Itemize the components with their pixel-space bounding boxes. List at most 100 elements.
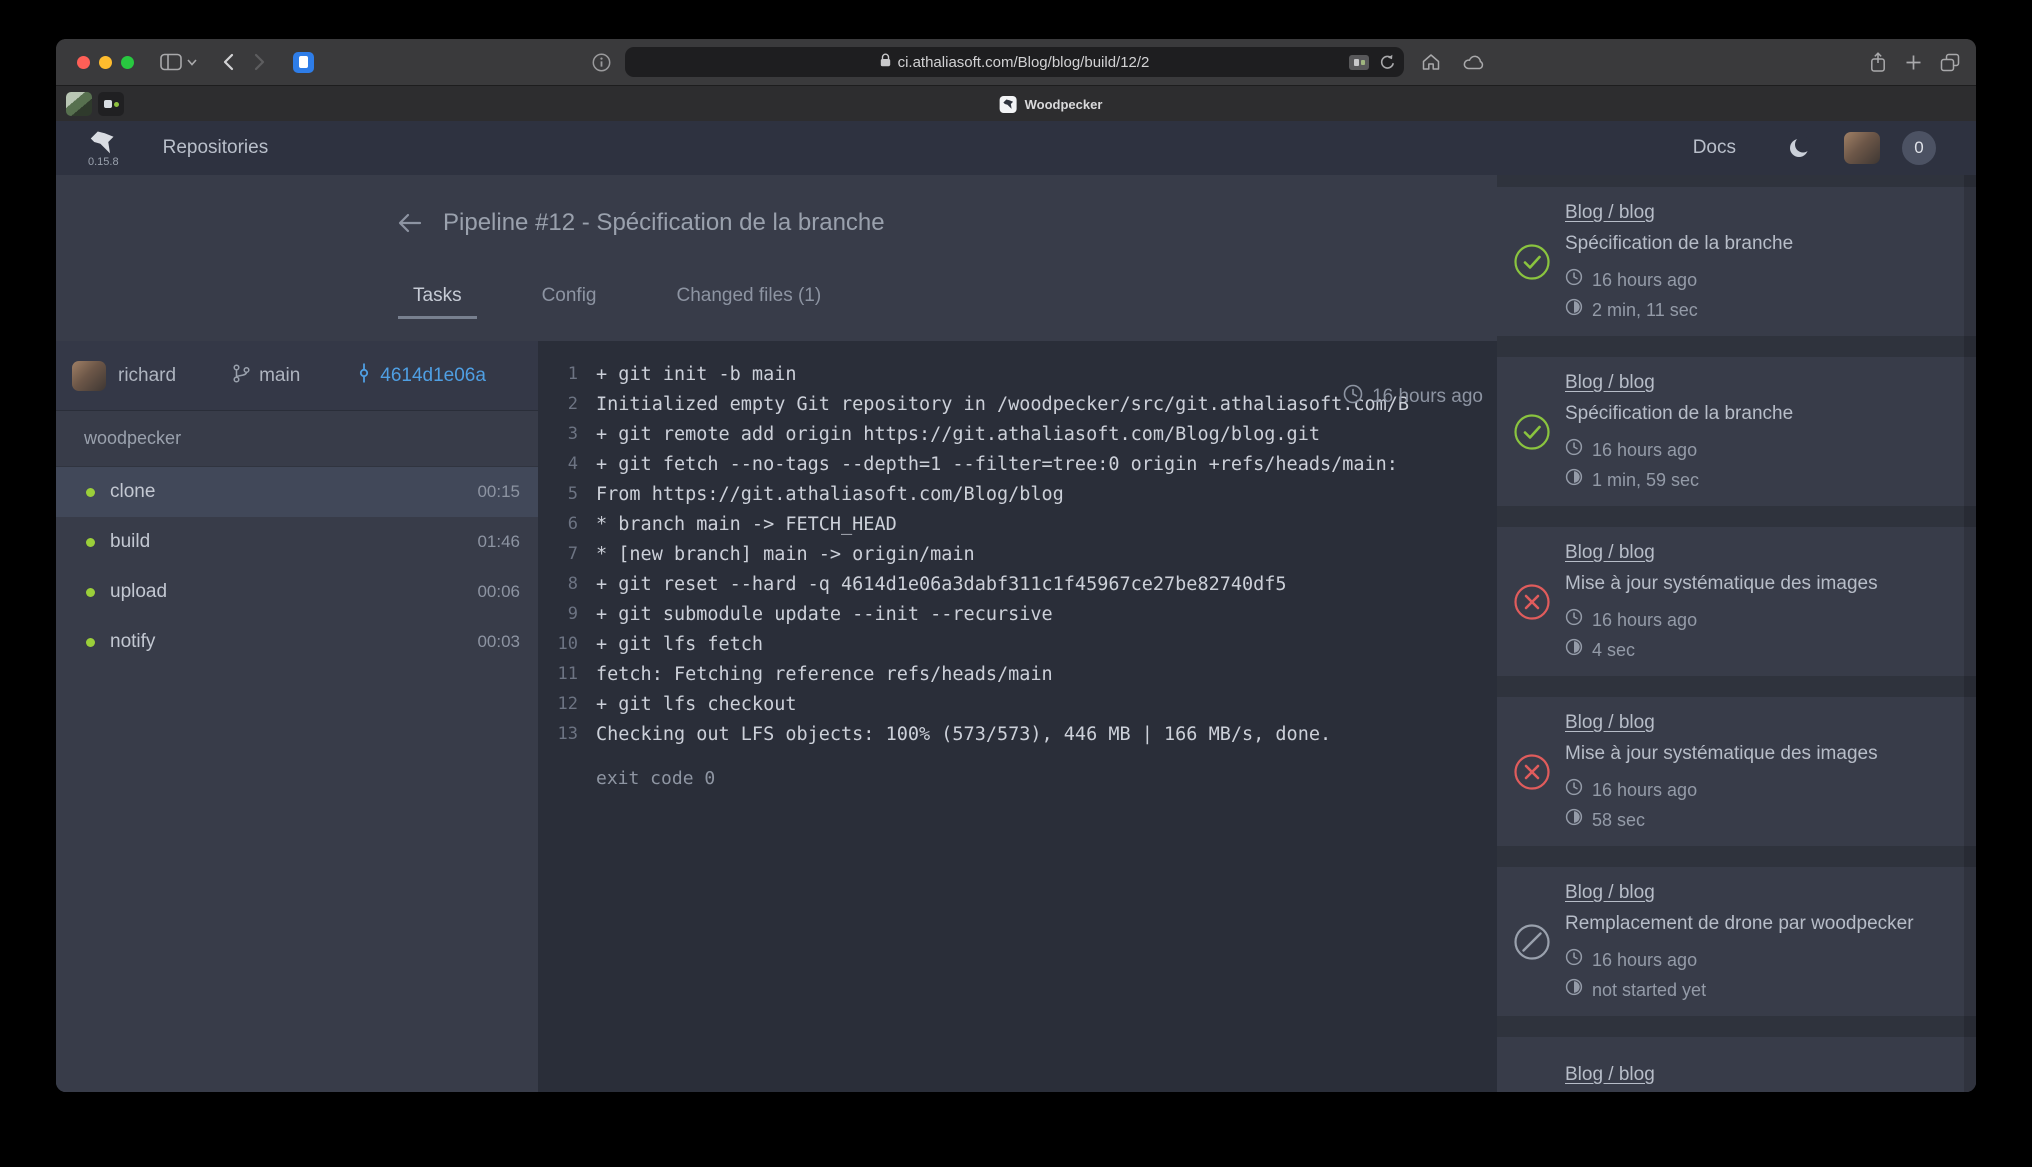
- step-status-dot-icon: [86, 638, 95, 647]
- share-icon[interactable]: [1869, 52, 1887, 73]
- pipeline-message: Mise à jour systématique des images: [1565, 742, 1960, 766]
- address-bar[interactable]: ci.athaliasoft.com/Blog/blog/build/12/2: [625, 47, 1404, 77]
- back-arrow-icon[interactable]: [396, 210, 423, 236]
- zoom-window-button[interactable]: [121, 56, 134, 69]
- log-line: 8 + git reset --hard -q 4614d1e06a3dabf3…: [538, 569, 1497, 599]
- minimize-window-button[interactable]: [99, 56, 112, 69]
- browser-window: ci.athaliasoft.com/Blog/blog/build/12/2: [56, 39, 1976, 1092]
- branch-icon: [232, 364, 251, 388]
- log-line-text: Initialized empty Git repository in /woo…: [596, 394, 1409, 415]
- step-name: clone: [110, 481, 155, 503]
- pinned-tab[interactable]: [98, 92, 124, 116]
- repo-link[interactable]: Blog / blog: [1565, 371, 1960, 395]
- log-panel: 1 + git init -b main 2 Initialized empty…: [538, 341, 1497, 1092]
- step-row[interactable]: notify 00:03: [56, 617, 538, 667]
- reload-icon[interactable]: [1380, 54, 1395, 70]
- duration-icon: [1565, 468, 1583, 492]
- clock-icon: [1343, 384, 1363, 410]
- log-line-number: 7: [538, 544, 578, 564]
- commit-hash-link[interactable]: 4614d1e06a: [380, 365, 486, 387]
- duration-icon: [1565, 298, 1583, 322]
- version-label: 0.15.8: [88, 156, 119, 168]
- pipeline-time: 16 hours ago: [1592, 948, 1697, 972]
- nav-repositories[interactable]: Repositories: [163, 137, 269, 159]
- pipeline-list-item[interactable]: Blog / blog: [1497, 1037, 1976, 1092]
- log-line-number: 11: [538, 664, 578, 684]
- forward-button[interactable]: [254, 53, 267, 71]
- extension-badge-icon[interactable]: [1349, 55, 1369, 70]
- repo-link[interactable]: Blog / blog: [1565, 201, 1960, 225]
- pipeline-status-icon: [1513, 753, 1551, 791]
- active-tab[interactable]: Woodpecker: [1000, 86, 1103, 122]
- pipeline-tab[interactable]: Changed files (1): [662, 275, 837, 319]
- log-line: 4 + git fetch --no-tags --depth=1 --filt…: [538, 449, 1497, 479]
- notification-badge[interactable]: 0: [1902, 131, 1936, 165]
- repo-link[interactable]: Blog / blog: [1565, 541, 1960, 565]
- repo-link[interactable]: Blog / blog: [1565, 881, 1960, 905]
- log-line-number: 6: [538, 514, 578, 534]
- nav-docs[interactable]: Docs: [1693, 137, 1736, 159]
- user-avatar[interactable]: [1844, 132, 1880, 164]
- pipeline-message: Spécification de la branche: [1565, 232, 1960, 256]
- step-status-dot-icon: [86, 538, 95, 547]
- pipeline-duration: 2 min, 11 sec: [1592, 298, 1698, 322]
- pipeline-status-icon: [1513, 243, 1551, 281]
- pinned-site-icon[interactable]: [293, 52, 314, 73]
- dark-mode-toggle-icon[interactable]: [1788, 137, 1810, 159]
- log-line: 13 Checking out LFS objects: 100% (573/5…: [538, 719, 1497, 749]
- log-line-text: + git lfs fetch: [596, 634, 763, 655]
- pipeline-list-item[interactable]: Blog / blog Remplacement de drone par wo…: [1497, 867, 1976, 1016]
- step-row[interactable]: upload 00:06: [56, 567, 538, 617]
- pipeline-duration: 58 sec: [1592, 808, 1645, 832]
- pipeline-list-item[interactable]: Blog / blog Mise à jour systématique des…: [1497, 697, 1976, 846]
- tab-label: Tasks: [413, 285, 462, 307]
- step-name: notify: [110, 631, 155, 653]
- log-line-number: 4: [538, 454, 578, 474]
- log-line-number: 8: [538, 574, 578, 594]
- clock-icon: [1565, 778, 1583, 802]
- pipeline-main: Pipeline #12 - Spécification de la branc…: [56, 175, 1497, 1092]
- pipeline-tab[interactable]: Tasks: [398, 275, 477, 319]
- step-duration: 00:15: [477, 482, 520, 502]
- log-line-number: 12: [538, 694, 578, 714]
- woodpecker-app: 0.15.8 Repositories Docs 0: [56, 121, 1976, 1092]
- tab-label: Changed files (1): [677, 285, 822, 307]
- log-line: 11 fetch: Fetching reference refs/heads/…: [538, 659, 1497, 689]
- chevron-down-icon[interactable]: [187, 59, 197, 66]
- tab-bar: Woodpecker: [56, 85, 1976, 121]
- step-list: clone 00:15 build 01:46 upload: [56, 467, 538, 667]
- home-icon[interactable]: [1421, 53, 1441, 71]
- back-button[interactable]: [221, 53, 234, 71]
- pipeline-tab[interactable]: Config: [527, 275, 612, 319]
- pipeline-time: 16 hours ago: [1592, 778, 1697, 802]
- woodpecker-logo[interactable]: 0.15.8: [88, 128, 119, 168]
- tab-overview-icon[interactable]: [1940, 53, 1960, 72]
- close-window-button[interactable]: [77, 56, 90, 69]
- step-status-dot-icon: [86, 588, 95, 597]
- cloud-icon[interactable]: [1463, 54, 1485, 70]
- pipeline-list-item[interactable]: Blog / blog Spécification de la branche …: [1497, 187, 1976, 336]
- repo-link[interactable]: Blog / blog: [1565, 711, 1960, 735]
- duration-icon: [1565, 638, 1583, 662]
- sidebar-toggle-icon[interactable]: [160, 53, 182, 71]
- step-status-dot-icon: [86, 488, 95, 497]
- commit-icon: [356, 363, 372, 388]
- pipeline-time: 16 hours ago: [1592, 268, 1697, 292]
- pipeline-list-item[interactable]: Blog / blog Spécification de la branche …: [1497, 357, 1976, 506]
- log-line-number: 10: [538, 634, 578, 654]
- clock-icon: [1565, 948, 1583, 972]
- info-icon[interactable]: [592, 53, 611, 72]
- log-line-text: * [new branch] main -> origin/main: [596, 544, 975, 565]
- pipeline-message: Spécification de la branche: [1565, 402, 1960, 426]
- url-text: ci.athaliasoft.com/Blog/blog/build/12/2: [898, 54, 1150, 71]
- step-duration: 00:06: [477, 582, 520, 602]
- pipeline-list-item[interactable]: Blog / blog Mise à jour systématique des…: [1497, 527, 1976, 676]
- step-row[interactable]: clone 00:15: [56, 467, 538, 517]
- new-tab-icon[interactable]: [1905, 54, 1922, 71]
- workflow-name[interactable]: woodpecker: [56, 411, 538, 467]
- clock-icon: [1565, 608, 1583, 632]
- step-row[interactable]: build 01:46: [56, 517, 538, 567]
- repo-link[interactable]: Blog / blog: [1565, 1063, 1960, 1087]
- log-line: 12 + git lfs checkout: [538, 689, 1497, 719]
- pinned-tab[interactable]: [66, 92, 92, 116]
